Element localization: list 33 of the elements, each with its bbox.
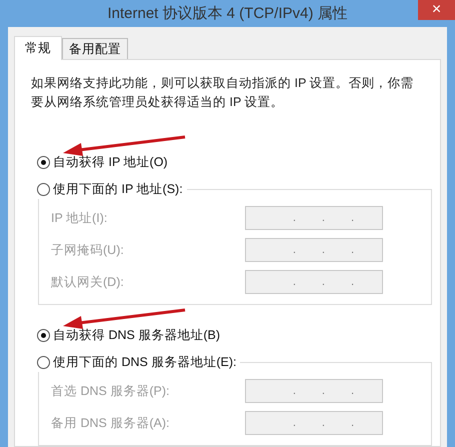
- radio-button[interactable]: [37, 182, 50, 196]
- field-label: 默认网关(D):: [51, 274, 124, 291]
- octet-separator: .: [292, 210, 296, 226]
- radio-button[interactable]: [37, 328, 50, 342]
- radio-label[interactable]: 自动获得 IP 地址(O): [53, 152, 168, 172]
- radio-label[interactable]: 自动获得 DNS 服务器地址(B): [53, 326, 220, 344]
- radio-label[interactable]: 使用下面的 DNS 服务器地址(E):: [53, 352, 236, 372]
- octet-separator: .: [292, 384, 296, 399]
- octet-separator: .: [322, 210, 325, 226]
- octet-separator: .: [292, 416, 296, 431]
- description-text: 如果网络支持此功能，则可以获取自动指派的 IP 设置。否则，你需要从网络系统管理员处获得适当的 IP 设置。: [31, 75, 415, 111]
- octet-separator: .: [322, 274, 325, 290]
- octet-separator: .: [292, 242, 296, 258]
- field-label: IP 地址(I):: [51, 210, 108, 227]
- octet-separator: .: [322, 242, 325, 258]
- field-label: 首选 DNS 服务器(P):: [51, 382, 170, 400]
- radio-button[interactable]: [37, 356, 50, 368]
- tab[interactable]: 常规: [14, 36, 62, 60]
- octet-separator: .: [350, 274, 354, 290]
- window-title: Internet 协议版本 4 (TCP/IPv4) 属性: [107, 4, 348, 24]
- field-label: 备用 DNS 服务器(A):: [51, 414, 170, 432]
- tab[interactable]: 备用配置: [62, 38, 128, 59]
- octet-separator: .: [322, 384, 325, 399]
- radio-button[interactable]: [37, 156, 50, 168]
- field-label: 子网掩码(U):: [51, 242, 124, 259]
- octet-separator: .: [350, 384, 354, 399]
- octet-separator: .: [350, 242, 354, 258]
- octet-separator: .: [292, 274, 296, 290]
- octet-separator: .: [350, 416, 354, 431]
- octet-separator: .: [350, 210, 354, 226]
- octet-separator: .: [322, 416, 325, 431]
- close-button[interactable]: ×: [418, 0, 455, 20]
- radio-label[interactable]: 使用下面的 IP 地址(S):: [53, 180, 183, 198]
